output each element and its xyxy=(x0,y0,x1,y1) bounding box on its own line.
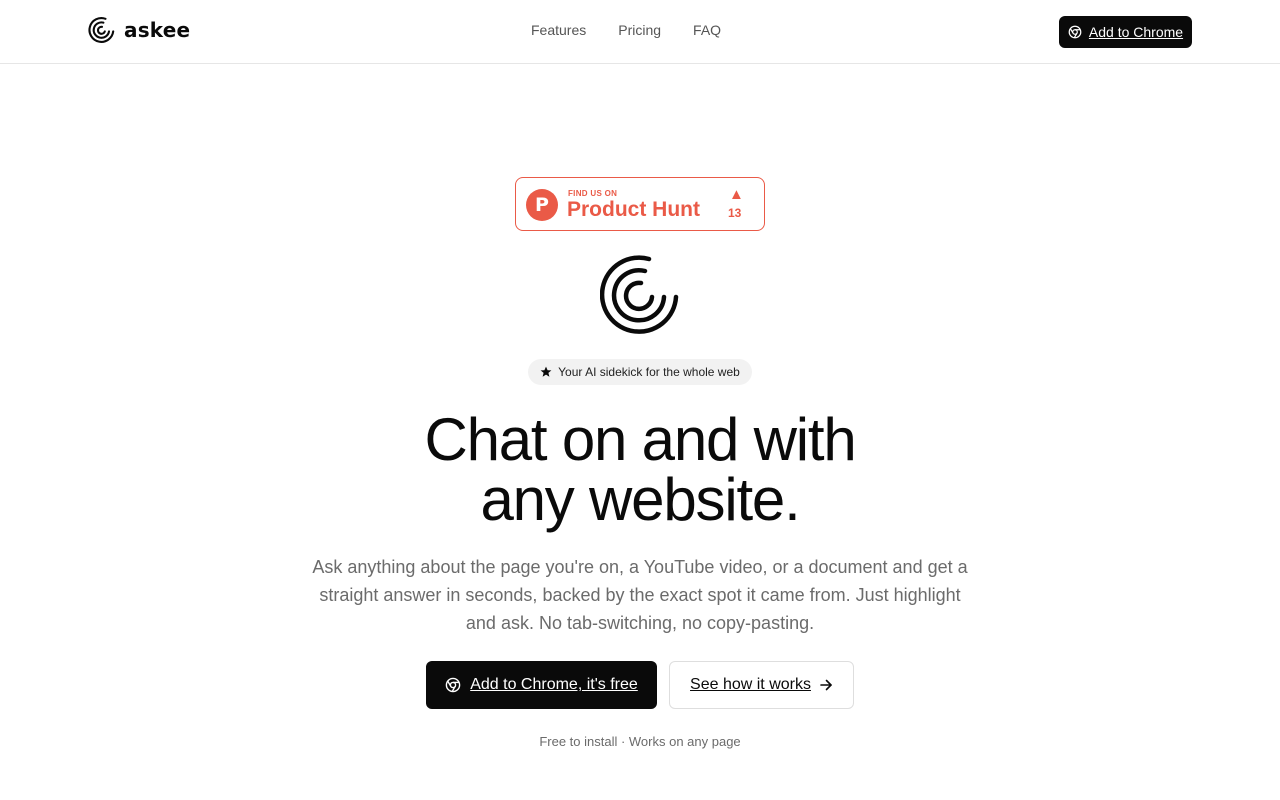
add-to-chrome-header-button[interactable]: Add to Chrome xyxy=(1059,16,1192,48)
askee-hero-logo-icon xyxy=(600,255,679,334)
brand-name: askee xyxy=(124,18,191,42)
product-hunt-name: Product Hunt xyxy=(567,198,700,221)
product-hunt-logo: P xyxy=(526,189,558,221)
add-to-chrome-free-label: Add to Chrome, it's free xyxy=(470,676,638,693)
nav-link-features[interactable]: Features xyxy=(531,22,586,38)
main-nav: Features Pricing FAQ xyxy=(531,22,721,38)
star-icon xyxy=(540,366,552,377)
add-to-chrome-header-label: Add to Chrome xyxy=(1088,24,1184,40)
hero-subtext: Ask anything about the page you're on, a… xyxy=(312,557,968,633)
see-how-it-works-label: See how it works xyxy=(690,676,811,693)
upvote-count: 13 xyxy=(728,206,742,220)
chrome-icon xyxy=(1068,25,1082,39)
product-hunt-kicker: FIND US ON xyxy=(568,189,618,198)
upvote-triangle-icon: ▲ xyxy=(729,186,744,203)
see-how-it-works-button[interactable]: See how it works xyxy=(669,661,854,709)
arrow-right-icon xyxy=(820,679,832,691)
askee-logo-icon xyxy=(88,17,115,43)
nav-link-pricing[interactable]: Pricing xyxy=(618,22,661,38)
tagline-text: Your AI sidekick for the whole web xyxy=(558,365,740,379)
add-to-chrome-free-button[interactable]: Add to Chrome, it's free xyxy=(426,661,657,709)
nav-link-faq[interactable]: FAQ xyxy=(693,22,721,38)
product-hunt-badge[interactable]: P FIND US ON Product Hunt ▲ 13 xyxy=(515,177,765,231)
headline-line-2: any website. xyxy=(480,466,800,533)
tagline-pill: Your AI sidekick for the whole web xyxy=(528,359,752,385)
brand-link[interactable]: askee xyxy=(88,16,190,44)
headline-line-1: Chat on and with xyxy=(424,406,856,473)
top-navigation-bar: askee Features Pricing FAQ Add to Chrome xyxy=(0,0,1280,64)
hero-headline: Chat on and with any website. xyxy=(290,410,990,530)
chrome-icon xyxy=(445,677,461,693)
install-footnote: Free to install · Works on any page xyxy=(539,734,741,749)
